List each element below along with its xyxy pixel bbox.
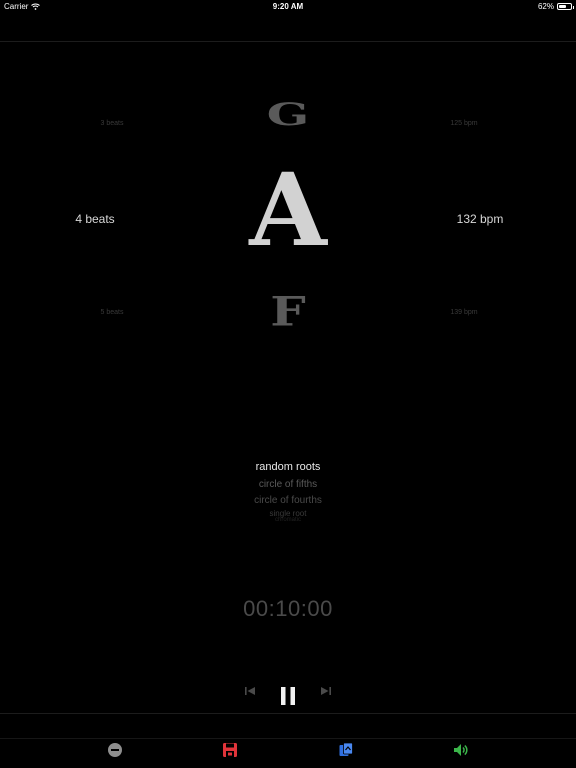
status-time: 9:20 AM <box>272 2 304 11</box>
pause-button[interactable] <box>280 686 296 711</box>
status-bar: Carrier 9:20 AM 62% <box>0 0 576 14</box>
speaker-icon <box>454 744 468 756</box>
mode-selected[interactable]: random roots <box>0 461 576 473</box>
pause-icon <box>281 687 295 705</box>
bpm-selected[interactable]: 132 bpm <box>420 212 540 226</box>
tab-save[interactable] <box>222 742 238 758</box>
toolbar-divider <box>0 713 576 714</box>
shuffle-icon <box>339 742 353 756</box>
tab-shuffle[interactable] <box>338 742 354 758</box>
note-option-below[interactable]: F <box>228 288 348 328</box>
next-button[interactable] <box>320 684 332 702</box>
beats-selected[interactable]: 4 beats <box>35 212 155 226</box>
tab-minus[interactable] <box>107 742 123 758</box>
battery-info: 62% <box>537 2 574 11</box>
top-divider <box>0 41 576 42</box>
mode-option-circle-of-fifths[interactable]: circle of fifths <box>0 479 576 490</box>
bpm-option-below[interactable]: 139 bpm <box>404 309 524 316</box>
skip-back-icon <box>245 687 255 695</box>
beats-option-above[interactable]: 3 beats <box>52 120 172 127</box>
skip-forward-icon <box>321 687 331 695</box>
bpm-option-above[interactable]: 125 bpm <box>404 120 524 127</box>
session-timer[interactable]: 00:10:00 <box>0 596 576 622</box>
tab-volume[interactable] <box>453 742 469 758</box>
battery-percent: 62% <box>537 2 554 11</box>
tabbar-divider <box>0 738 576 739</box>
note-option-above[interactable]: G <box>228 96 348 133</box>
save-icon <box>223 743 237 757</box>
mode-option-circle-of-fourths[interactable]: circle of fourths <box>0 495 576 506</box>
note-option-below-clip: F <box>228 288 348 328</box>
battery-icon <box>557 3 574 10</box>
minus-circle-icon <box>108 743 122 757</box>
beats-option-below[interactable]: 5 beats <box>52 309 172 316</box>
note-selected[interactable]: A <box>228 160 348 260</box>
mode-option-chromatic[interactable]: chromatic <box>0 517 576 523</box>
previous-button[interactable] <box>244 684 256 702</box>
